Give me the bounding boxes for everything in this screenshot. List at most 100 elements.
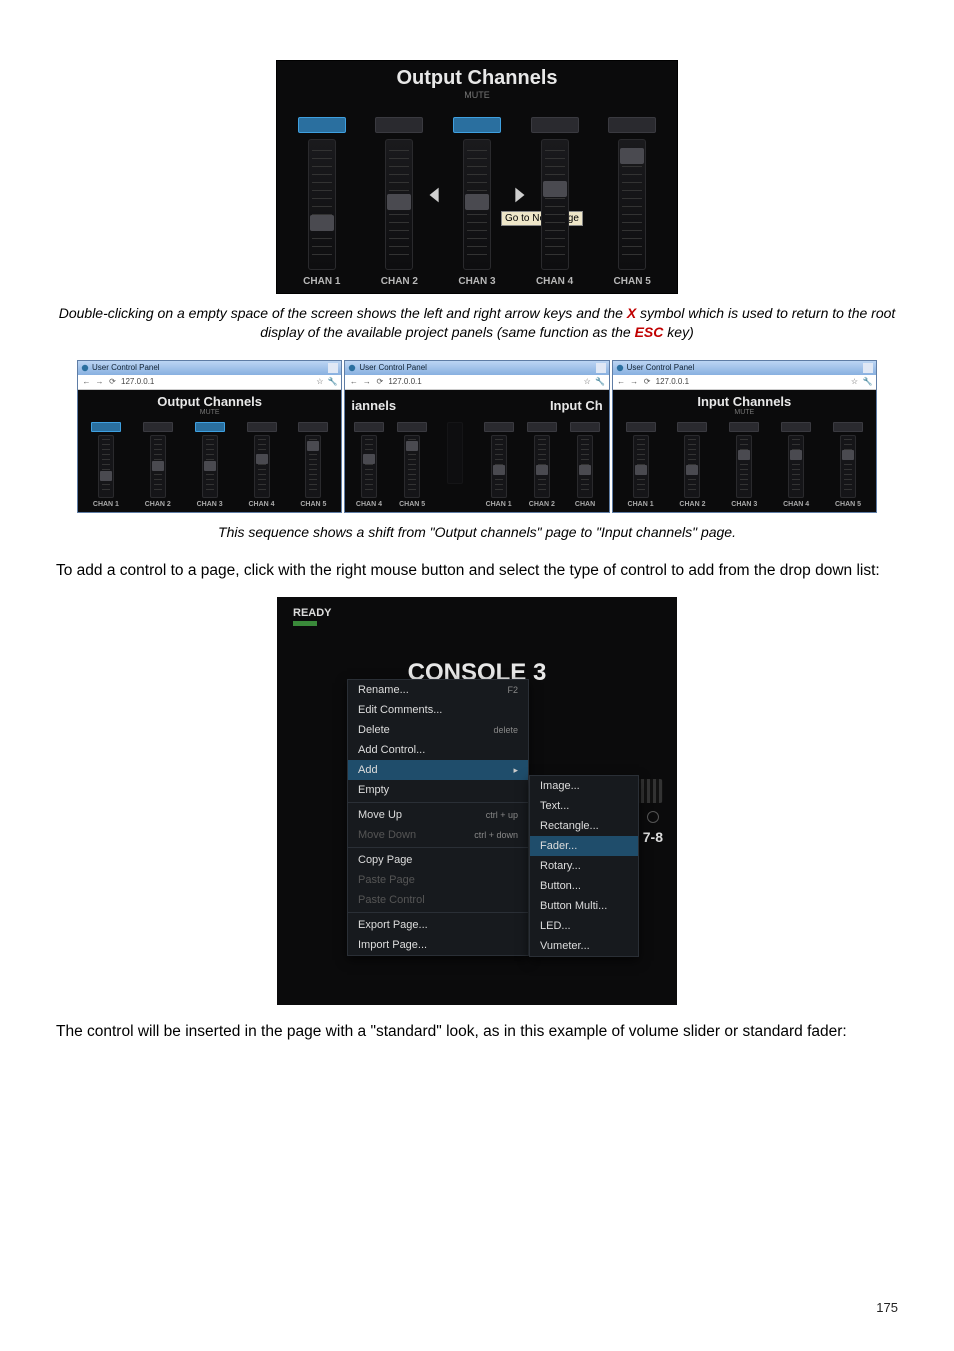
- menu-separator: [348, 802, 528, 803]
- forward-icon[interactable]: →: [95, 377, 104, 386]
- submenu-item-rotary[interactable]: Rotary...: [530, 856, 638, 876]
- channel-badge: 7-8: [643, 829, 663, 845]
- submenu-item-rectangle[interactable]: Rectangle...: [530, 816, 638, 836]
- paragraph-1: To add a control to a page, click with t…: [56, 560, 898, 582]
- star-icon[interactable]: ☆: [583, 377, 592, 386]
- star-icon[interactable]: ☆: [315, 377, 324, 386]
- reload-icon[interactable]: ⟳: [643, 377, 652, 386]
- fader[interactable]: [618, 139, 646, 270]
- browser-window: User Control Panel ← → ⟳ 127.0.0.1 ☆ 🔧 i…: [344, 360, 609, 513]
- channel-label: CHAN 4: [536, 276, 573, 287]
- url-text[interactable]: 127.0.0.1: [656, 377, 846, 386]
- panel-title: Output Channels: [78, 390, 341, 409]
- panel-title: Output Channels: [277, 61, 677, 90]
- channel-label: CHAN 3: [458, 276, 495, 287]
- panel-title: Input Channels: [613, 390, 876, 409]
- url-text[interactable]: 127.0.0.1: [388, 377, 578, 386]
- back-icon[interactable]: ←: [617, 377, 626, 386]
- channel-label: CHAN 2: [381, 276, 418, 287]
- context-submenu: Image... Text... Rectangle... Fader... R…: [529, 775, 639, 957]
- back-icon[interactable]: ←: [349, 377, 358, 386]
- star-icon[interactable]: ☆: [850, 377, 859, 386]
- panel-title-left: iannels: [351, 394, 396, 413]
- menu-item-paste-control: Paste Control: [348, 890, 528, 910]
- fader[interactable]: [385, 139, 413, 270]
- submenu-item-button[interactable]: Button...: [530, 876, 638, 896]
- context-menu: Rename...F2 Edit Comments... Deletedelet…: [347, 679, 529, 956]
- menu-item-add-control[interactable]: Add Control...: [348, 740, 528, 760]
- window-control[interactable]: [328, 363, 338, 373]
- fader[interactable]: [463, 139, 491, 270]
- tab-title: User Control Panel: [92, 363, 325, 372]
- address-bar: ← → ⟳ 127.0.0.1 ☆ 🔧: [345, 375, 608, 390]
- channel-strip: CHAN 3: [453, 117, 501, 287]
- figure-context-menu: READY CONSOLE 3 7-8 Rename...F2 Edit Com…: [277, 597, 677, 1005]
- mute-button[interactable]: [453, 117, 501, 133]
- submenu-item-vumeter[interactable]: Vumeter...: [530, 936, 638, 956]
- caption-2: This sequence shows a shift from "Output…: [56, 523, 898, 542]
- browser-window: User Control Panel ← → ⟳ 127.0.0.1 ☆ 🔧 O…: [77, 360, 342, 513]
- window-titlebar: User Control Panel: [345, 361, 608, 375]
- tab-title: User Control Panel: [359, 363, 592, 372]
- menu-separator: [348, 847, 528, 848]
- wrench-icon[interactable]: 🔧: [863, 377, 872, 386]
- menu-item-delete[interactable]: Deletedelete: [348, 720, 528, 740]
- forward-icon[interactable]: →: [362, 377, 371, 386]
- menu-item-add[interactable]: Add▸: [348, 760, 528, 780]
- submenu-item-button-multi[interactable]: Button Multi...: [530, 896, 638, 916]
- menu-item-paste-page: Paste Page: [348, 870, 528, 890]
- channel-strip: CHAN 5: [608, 117, 656, 287]
- fader[interactable]: [308, 139, 336, 270]
- panel-subtitle: MUTE: [277, 90, 677, 100]
- window-control[interactable]: [596, 363, 606, 373]
- url-text[interactable]: 127.0.0.1: [121, 377, 311, 386]
- channel-strip: CHAN 1: [298, 117, 346, 287]
- back-icon[interactable]: ←: [82, 377, 91, 386]
- status-indicator: [293, 621, 317, 626]
- mute-button[interactable]: [298, 117, 346, 133]
- app-icon: [348, 364, 356, 372]
- mute-button[interactable]: [531, 117, 579, 133]
- wrench-icon[interactable]: 🔧: [596, 377, 605, 386]
- channel-strip: CHAN 4: [531, 117, 579, 287]
- submenu-item-led[interactable]: LED...: [530, 916, 638, 936]
- wrench-icon[interactable]: 🔧: [328, 377, 337, 386]
- page-number: 175: [876, 1300, 898, 1315]
- menu-separator: [348, 912, 528, 913]
- submenu-item-text[interactable]: Text...: [530, 796, 638, 816]
- address-bar: ← → ⟳ 127.0.0.1 ☆ 🔧: [613, 375, 876, 390]
- app-icon: [81, 364, 89, 372]
- menu-item-copy-page[interactable]: Copy Page: [348, 850, 528, 870]
- channel-strip: CHAN 2: [375, 117, 423, 287]
- forward-icon[interactable]: →: [630, 377, 639, 386]
- panel-subtitle: MUTE: [613, 409, 876, 416]
- status-ready: READY: [293, 607, 332, 619]
- submenu-item-image[interactable]: Image...: [530, 776, 638, 796]
- panel-subtitle: MUTE: [78, 409, 341, 416]
- window-control[interactable]: [863, 363, 873, 373]
- caption-1: Double-clicking on a empty space of the …: [56, 304, 898, 342]
- menu-item-move-up[interactable]: Move Upctrl + up: [348, 805, 528, 825]
- menu-item-edit-comments[interactable]: Edit Comments...: [348, 700, 528, 720]
- window-titlebar: User Control Panel: [78, 361, 341, 375]
- menu-item-rename[interactable]: Rename...F2: [348, 680, 528, 700]
- mute-button[interactable]: [608, 117, 656, 133]
- channel-label: CHAN 1: [303, 276, 340, 287]
- menu-item-move-down: Move Downctrl + down: [348, 825, 528, 845]
- mute-button[interactable]: [375, 117, 423, 133]
- menu-item-export-page[interactable]: Export Page...: [348, 915, 528, 935]
- browser-window: User Control Panel ← → ⟳ 127.0.0.1 ☆ 🔧 I…: [612, 360, 877, 513]
- channel-strip-row: CHAN 1 CHAN 2 CHAN 3 CHAN 4 CHAN 5: [277, 117, 677, 287]
- menu-item-empty[interactable]: Empty: [348, 780, 528, 800]
- reload-icon[interactable]: ⟳: [108, 377, 117, 386]
- rotary-icon: [647, 811, 659, 823]
- reload-icon[interactable]: ⟳: [375, 377, 384, 386]
- fader[interactable]: [541, 139, 569, 270]
- submenu-item-fader[interactable]: Fader...: [530, 836, 638, 856]
- submenu-arrow-icon: ▸: [513, 765, 518, 776]
- figure-output-channels: Output Channels MUTE Go to Next Page CHA…: [276, 60, 678, 294]
- menu-item-import-page[interactable]: Import Page...: [348, 935, 528, 955]
- app-icon: [616, 364, 624, 372]
- figure-three-windows: User Control Panel ← → ⟳ 127.0.0.1 ☆ 🔧 O…: [77, 360, 877, 513]
- paragraph-2: The control will be inserted in the page…: [56, 1021, 898, 1043]
